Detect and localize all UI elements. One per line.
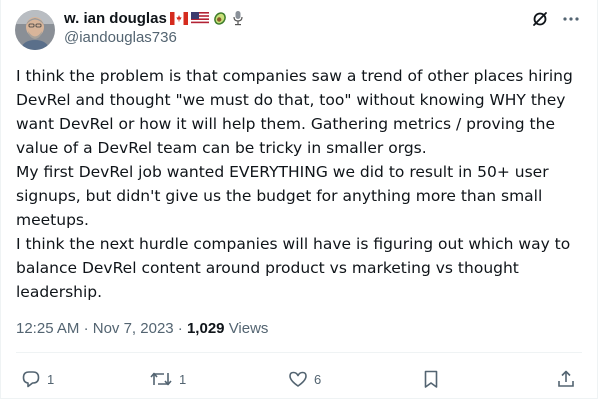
tweet-time[interactable]: 12:25 AM	[16, 320, 79, 337]
reply-icon	[21, 369, 41, 389]
heart-icon	[288, 369, 308, 389]
canada-flag-icon	[169, 11, 188, 25]
meta-separator: ·	[177, 320, 183, 337]
tweet-date[interactable]: Nov 7, 2023	[93, 320, 174, 337]
grok-icon[interactable]	[531, 10, 549, 28]
share-button[interactable]	[556, 369, 576, 389]
avocado-icon	[212, 10, 228, 26]
author-handle[interactable]: @iandouglas736	[64, 29, 177, 46]
tweet-paragraph: I think the problem is that companies sa…	[16, 67, 573, 157]
like-count: 6	[314, 371, 322, 387]
author-name-row: w. ian douglas	[64, 8, 245, 28]
bookmark-icon	[421, 369, 441, 389]
display-name[interactable]: w. ian douglas	[64, 10, 167, 27]
views-label: Views	[228, 320, 269, 337]
share-icon	[556, 369, 576, 389]
meta-separator: ·	[83, 320, 89, 337]
reply-count: 1	[47, 371, 55, 387]
us-flag-icon	[190, 11, 209, 25]
views-count: 1,029	[186, 320, 225, 337]
tweet-card: w. ian douglas @iandouglas736 I think th…	[0, 0, 598, 399]
repost-count: 1	[179, 371, 187, 387]
bookmark-button[interactable]	[421, 369, 441, 389]
like-button[interactable]: 6	[288, 369, 321, 389]
divider	[16, 352, 582, 353]
tweet-text: I think the problem is that companies sa…	[16, 64, 586, 304]
more-options-icon[interactable]	[563, 17, 579, 21]
top-actions	[531, 10, 579, 28]
repost-icon	[149, 369, 173, 389]
tweet-paragraph: My first DevRel job wanted EVERYTHING we…	[16, 163, 549, 229]
reply-button[interactable]: 1	[21, 369, 54, 389]
repost-button[interactable]: 1	[149, 369, 186, 389]
microphone-icon	[231, 10, 245, 26]
tweet-meta: 12:25 AM · Nov 7, 2023 · 1,029 Views	[16, 320, 268, 337]
avatar[interactable]	[15, 10, 55, 50]
tweet-paragraph: I think the next hurdle companies will h…	[16, 235, 571, 301]
